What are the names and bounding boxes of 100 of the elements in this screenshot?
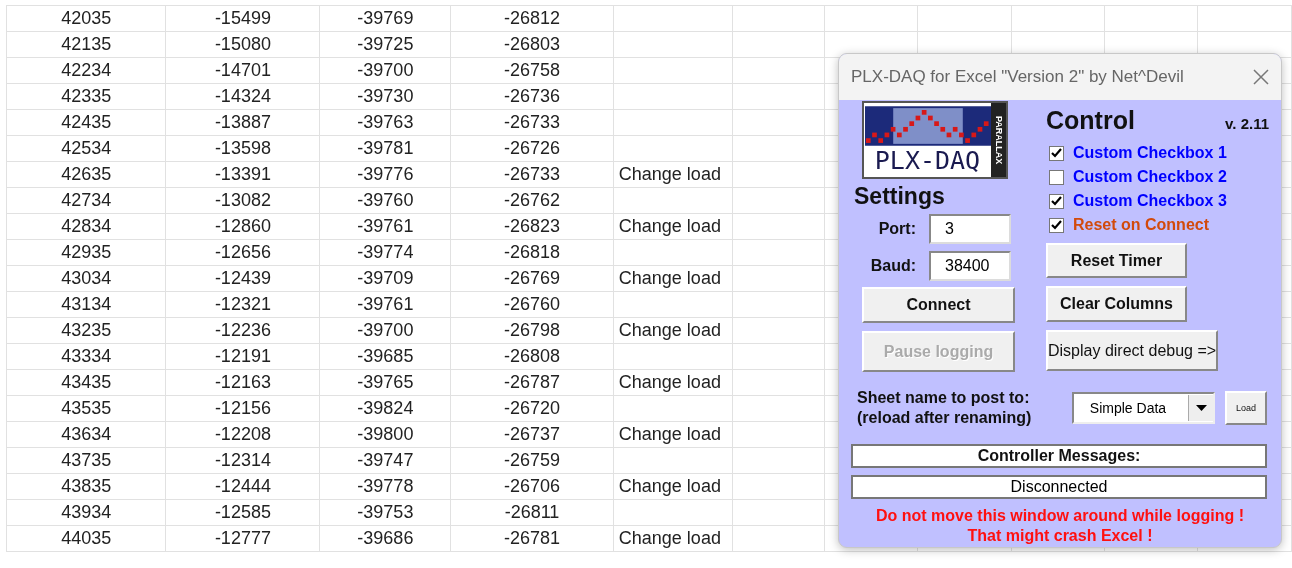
table-cell-text: -26706 — [504, 475, 561, 498]
table-cell-text: 43535 — [61, 397, 112, 420]
table-cell-text: -26736 — [504, 85, 561, 108]
table-cell-text: -26818 — [504, 241, 561, 264]
table-cell-text: -14324 — [214, 85, 271, 108]
table-cell-text: -14701 — [214, 59, 271, 82]
table-cell-text: -12208 — [214, 423, 271, 446]
table-cell-text: -39747 — [357, 449, 414, 472]
table-cell-text: -13887 — [214, 111, 271, 134]
section-heading: Control — [1046, 106, 1135, 135]
table-cell-text: 43634 — [61, 423, 112, 446]
table-cell-text: -26759 — [504, 449, 561, 472]
table-cell-text: -12777 — [214, 527, 271, 550]
checkbox-label: Custom Checkbox 3 — [1073, 192, 1227, 210]
table-cell-text: -26811 — [504, 501, 560, 524]
table-cell-text: -39776 — [357, 163, 414, 186]
table-cell-text: 44035 — [61, 527, 112, 550]
connect-button[interactable]: Connect — [862, 287, 1015, 323]
checkbox[interactable] — [1049, 217, 1064, 233]
table-cell-text: -26798 — [504, 319, 561, 342]
table-cell-text: -26769 — [504, 267, 561, 290]
checkbox[interactable] — [1049, 169, 1064, 185]
window-title: PLX-DAQ for Excel "Version 2" by Net^Devil — [851, 67, 1184, 87]
table-cell-text: -39730 — [357, 85, 414, 108]
table-cell-text: Change load — [618, 423, 721, 446]
table-cell-text: -39824 — [357, 397, 414, 420]
load-button[interactable]: Load — [1225, 391, 1267, 425]
debug-button[interactable]: Display direct debug => — [1046, 330, 1219, 371]
table-cell-text: -26787 — [504, 371, 561, 394]
table-cell-text: -26808 — [504, 345, 561, 368]
input-field[interactable]: 38400 — [929, 251, 1011, 281]
table-cell-text: -39800 — [357, 423, 414, 446]
close-icon[interactable] — [1253, 69, 1269, 85]
version-label: v. 2.11 — [1225, 115, 1269, 132]
checkbox[interactable] — [1049, 145, 1064, 161]
table-cell-text: -12236 — [214, 319, 271, 342]
checkbox-label: Custom Checkbox 2 — [1073, 168, 1227, 186]
table-cell-text: -13598 — [214, 137, 271, 160]
clear-columns-button[interactable]: Clear Columns — [1046, 286, 1187, 322]
logo-text: PLX-DAQ — [874, 147, 981, 175]
table-cell-text: -26803 — [504, 33, 561, 56]
table-cell-text: Change load — [618, 215, 721, 238]
table-cell-text: -39700 — [357, 319, 414, 342]
table-cell-text: -13082 — [214, 189, 271, 212]
table-cell-text: -12314 — [214, 449, 271, 472]
table-cell-text: -12163 — [214, 371, 271, 394]
table-cell-text: 42935 — [61, 241, 112, 264]
table-cell-text: -39686 — [357, 527, 414, 550]
table-cell-text: 42734 — [61, 189, 112, 212]
table-cell-text: -39763 — [357, 111, 414, 134]
checkbox[interactable] — [1049, 193, 1064, 209]
table-cell-text: 43835 — [61, 475, 112, 498]
waveform-graphic-icon — [864, 105, 991, 147]
table-cell-text: -26781 — [504, 527, 561, 550]
table-cell-text: -26720 — [504, 397, 561, 420]
reset-timer-button[interactable]: Reset Timer — [1046, 243, 1187, 278]
table-cell-text: -26823 — [504, 215, 561, 238]
table-cell-text: -39774 — [357, 241, 414, 264]
table-cell-text: 43134 — [61, 293, 112, 316]
table-cell-text: -12156 — [214, 397, 271, 420]
table-cell-text: Change load — [618, 267, 721, 290]
table-cell-text: -39700 — [357, 59, 414, 82]
table-cell-text: -39778 — [357, 475, 414, 498]
table-cell-text: 42534 — [61, 137, 112, 160]
table-cell-text: -39761 — [357, 293, 414, 316]
table-cell-text: -26762 — [504, 189, 561, 212]
table-cell-text: Change load — [618, 371, 721, 394]
table-cell-text: -39709 — [357, 267, 414, 290]
sheet-dropdown[interactable]: Simple Data — [1071, 392, 1216, 424]
table-cell-text: -39685 — [357, 345, 414, 368]
checkbox-label: Custom Checkbox 1 — [1073, 144, 1227, 162]
table-cell-text: -15499 — [214, 7, 271, 30]
table-cell-text: -26726 — [504, 137, 561, 160]
table-cell-text: -12321 — [214, 293, 271, 316]
table-cell-text: Change load — [618, 527, 721, 550]
input-field[interactable]: 3 — [929, 214, 1011, 244]
warning-text: Do not move this window around while logging ! That might crash Excel ! — [875, 506, 1245, 546]
table-cell-text: -26737 — [504, 423, 561, 446]
table-cell-text: Change load — [618, 163, 721, 186]
table-cell-text: 42635 — [61, 163, 112, 186]
section-heading: Settings — [854, 183, 946, 210]
table-cell-text: -39769 — [357, 7, 414, 30]
table-cell-text: 43235 — [61, 319, 112, 342]
sheet-label: Sheet name to post to: (reload after renaming) — [857, 388, 1033, 428]
table-cell-text: 43735 — [61, 449, 112, 472]
table-cell-text: -12439 — [214, 267, 271, 290]
table-cell-text: 42834 — [61, 215, 112, 238]
table-cell-text: 42035 — [61, 7, 112, 30]
table-cell-text: 42234 — [61, 59, 112, 82]
table-cell-text: -39781 — [357, 137, 414, 160]
field-label: Port: — [877, 220, 916, 238]
table-cell-text: 43334 — [61, 345, 112, 368]
table-cell-text: -39753 — [357, 501, 414, 524]
table-cell-text: -12444 — [214, 475, 271, 498]
table-cell-text: 42435 — [61, 111, 112, 134]
table-cell-text: -39765 — [357, 371, 414, 394]
field-label: Baud: — [869, 257, 916, 275]
dropdown-arrow-icon — [1195, 405, 1207, 411]
table-cell-text: -26760 — [504, 293, 561, 316]
table-cell-text: 42335 — [61, 85, 112, 108]
